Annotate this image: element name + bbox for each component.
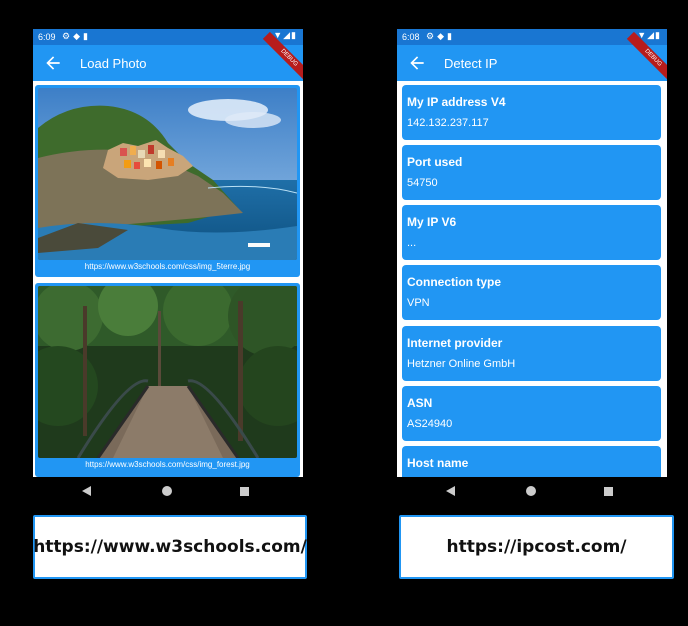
photo-url-caption: https://www.w3schools.com/css/img_5terre…	[84, 262, 251, 271]
photo-card[interactable]: https://www.w3schools.com/css/img_5terre…	[35, 85, 300, 277]
nav-home-icon[interactable]	[526, 486, 536, 496]
status-time: 6:09	[38, 32, 56, 42]
card-title: My IP V6	[407, 215, 457, 229]
photo-card[interactable]: https://www.w3schools.com/css/img_forest…	[35, 283, 300, 477]
ip-info-card: My IP address V4 142.132.237.117	[402, 85, 661, 140]
photo-list[interactable]: https://www.w3schools.com/css/img_5terre…	[33, 81, 303, 477]
nav-home-icon[interactable]	[162, 486, 172, 496]
forest-bridge-photo	[38, 286, 297, 458]
cinque-terre-photo	[38, 88, 297, 260]
status-notification-icons: ⚙◆▮	[62, 31, 91, 41]
right-phone-screen: 6:08 ⚙◆▮ ▼◢▮ Detect IP DEBUG My IP addre…	[397, 29, 667, 506]
ip-info-card: My IP V6 ...	[402, 205, 661, 260]
page-title: Detect IP	[444, 56, 498, 71]
back-arrow-icon[interactable]	[43, 53, 63, 73]
nav-recent-apps-icon[interactable]	[240, 487, 249, 496]
app-bar: Load Photo DEBUG	[33, 31, 303, 85]
back-arrow-icon[interactable]	[407, 53, 427, 73]
nav-back-icon[interactable]	[446, 486, 455, 496]
nav-recent-apps-icon[interactable]	[604, 487, 613, 496]
status-bar: 6:09 ⚙◆▮ ▼◢▮	[33, 29, 303, 45]
card-value: 54750	[407, 177, 438, 189]
card-title: ASN	[407, 396, 433, 410]
system-nav-bar	[33, 477, 303, 506]
card-value: 142.132.237.117	[407, 117, 489, 129]
system-nav-bar	[397, 477, 667, 506]
ip-info-card: ASN AS24940	[402, 386, 661, 441]
card-title: My IP address V4	[407, 95, 506, 109]
nav-back-icon[interactable]	[82, 486, 91, 496]
card-title: Internet provider	[407, 336, 503, 350]
ip-info-card: Internet provider Hetzner Online GmbH	[402, 326, 661, 381]
left-phone-screen: 6:09 ⚙◆▮ ▼◢▮ Load Photo DEBUG https://ww…	[33, 29, 303, 506]
status-time: 6:08	[402, 32, 420, 42]
status-notification-icons: ⚙◆▮	[426, 31, 455, 41]
page-title: Load Photo	[80, 56, 147, 71]
card-title: Port used	[407, 155, 463, 169]
right-url-caption-box: https://ipcost.com/	[399, 515, 674, 579]
card-value: AS24940	[407, 418, 453, 430]
photo-url-caption: https://www.w3schools.com/css/img_forest…	[85, 460, 250, 469]
card-value: ...	[407, 237, 417, 249]
card-title: Host name	[407, 456, 469, 470]
card-value: VPN	[407, 297, 430, 309]
app-bar: Detect IP DEBUG	[397, 31, 667, 85]
card-value: Hetzner Online GmbH	[407, 358, 516, 370]
ip-info-card: Host name	[402, 446, 661, 477]
left-url-caption-box: https://www.w3schools.com/	[33, 515, 307, 579]
ip-info-list[interactable]: My IP address V4 142.132.237.117 Port us…	[397, 81, 667, 477]
ip-info-card: Port used 54750	[402, 145, 661, 200]
card-title: Connection type	[407, 275, 502, 289]
ip-info-card: Connection type VPN	[402, 265, 661, 320]
status-bar: 6:08 ⚙◆▮ ▼◢▮	[397, 29, 667, 45]
